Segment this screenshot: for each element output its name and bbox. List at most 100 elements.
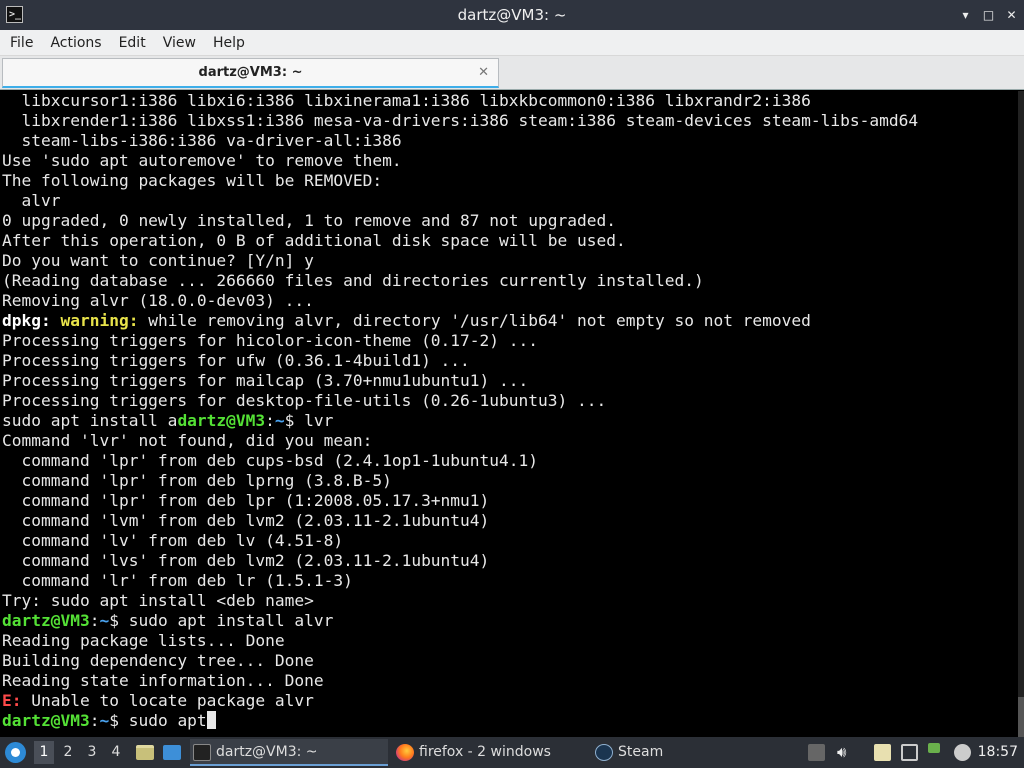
workspace-2[interactable]: 2	[58, 741, 78, 764]
clock[interactable]: 18:57	[978, 737, 1018, 768]
terminal-line: command 'lvs' from deb lvm2 (2.03.11-2.1…	[2, 551, 918, 571]
show-desktop-icon[interactable]	[163, 745, 181, 760]
terminal-text: Reading package lists... Done	[2, 631, 285, 650]
terminal-line: Use 'sudo apt autoremove' to remove them…	[2, 151, 918, 171]
menu-edit[interactable]: Edit	[113, 30, 152, 56]
workspace-3[interactable]: 3	[82, 741, 102, 764]
terminal-line: command 'lr' from deb lr (1.5.1-3)	[2, 571, 918, 591]
terminal-text: $ sudo apt install alvr	[109, 611, 334, 630]
workspace-1[interactable]: 1	[34, 741, 54, 764]
menu-actions[interactable]: Actions	[44, 30, 107, 56]
menu-view[interactable]: View	[157, 30, 202, 56]
terminal-text: Reading state information... Done	[2, 671, 324, 690]
tab-close-icon[interactable]: ✕	[478, 59, 489, 86]
terminal-line: libxrender1:i386 libxss1:i386 mesa-va-dr…	[2, 111, 918, 131]
notes-icon[interactable]	[874, 744, 891, 761]
prompt-user: dartz@VM3	[2, 711, 90, 730]
volume-icon[interactable]: 🔊︎	[837, 744, 854, 761]
start-menu-icon[interactable]	[5, 742, 26, 763]
terminal-line: command 'lpr' from deb lprng (3.8.B-5)	[2, 471, 918, 491]
terminal-line: command 'lv' from deb lv (4.51-8)	[2, 531, 918, 551]
prompt-path: ~	[99, 611, 110, 630]
task-firefox[interactable]: firefox - 2 windows	[393, 739, 583, 766]
steam-tray-icon[interactable]	[954, 744, 971, 761]
terminal-text: Do you want to continue? [Y/n] y	[2, 251, 314, 270]
task-steam-label: Steam	[618, 744, 664, 760]
terminal-text: :	[265, 411, 275, 430]
terminal-line: Processing triggers for mailcap (3.70+nm…	[2, 371, 918, 391]
terminal-text: (Reading database ... 266660 files and d…	[2, 271, 704, 290]
menu-file[interactable]: File	[4, 30, 39, 56]
terminal-cursor	[206, 711, 216, 729]
maximize-button[interactable]: □	[982, 8, 995, 22]
terminal-line: command 'lpr' from deb cups-bsd (2.4.1op…	[2, 451, 918, 471]
terminal-scrollbar[interactable]	[1018, 91, 1024, 737]
terminal-line: Processing triggers for ufw (0.36.1-4bui…	[2, 351, 918, 371]
task-firefox-label: firefox - 2 windows	[419, 744, 551, 760]
terminal-text: libxrender1:i386 libxss1:i386 mesa-va-dr…	[2, 111, 919, 130]
terminal-text: alvr	[2, 191, 61, 210]
terminal-text: After this operation, 0 B of additional …	[2, 231, 626, 250]
terminal-text: Removing alvr (18.0.0-dev03) ...	[2, 291, 314, 310]
prompt-path: ~	[99, 711, 110, 730]
terminal-line: command 'lpr' from deb lpr (1:2008.05.17…	[2, 491, 918, 511]
terminal-tab[interactable]: dartz@VM3: ~ ✕	[2, 58, 499, 88]
terminal-line: sudo apt install adartz@VM3:~$ lvr	[2, 411, 918, 431]
terminal-line: 0 upgraded, 0 newly installed, 1 to remo…	[2, 211, 918, 231]
scrollbar-thumb[interactable]	[1018, 697, 1024, 737]
minimize-button[interactable]: ▾	[959, 8, 972, 22]
terminal-output[interactable]: libxcursor1:i386 libxi6:i386 libxinerama…	[0, 91, 1024, 737]
folder-icon[interactable]	[136, 745, 154, 760]
terminal-line: dartz@VM3:~$ sudo apt install alvr	[2, 611, 918, 631]
terminal-line: Reading state information... Done	[2, 671, 918, 691]
terminal-lines: libxcursor1:i386 libxi6:i386 libxinerama…	[2, 91, 918, 731]
task-steam[interactable]: Steam	[592, 739, 692, 766]
terminal-text: Command 'lvr' not found, did you mean:	[2, 431, 373, 450]
terminal-line: After this operation, 0 B of additional …	[2, 231, 918, 251]
terminal-text: 0 upgraded, 0 newly installed, 1 to remo…	[2, 211, 616, 230]
terminal-line: alvr	[2, 191, 918, 211]
terminal-text: $ sudo apt	[109, 711, 207, 730]
menu-bar: File Actions Edit View Help	[0, 30, 1024, 56]
window-controls: ▾ □ ✕	[959, 0, 1018, 30]
terminal-line: libxcursor1:i386 libxi6:i386 libxinerama…	[2, 91, 918, 111]
terminal-text: dpkg:	[2, 311, 61, 330]
terminal-text: :	[89, 711, 100, 730]
tab-bar: dartz@VM3: ~ ✕	[0, 56, 1024, 90]
terminal-icon	[193, 744, 211, 761]
terminal-line: Try: sudo apt install <deb name>	[2, 591, 918, 611]
terminal-text: command 'lvm' from deb lvm2 (2.03.11-2.1…	[2, 511, 490, 530]
prompt-path: ~	[274, 411, 285, 430]
terminal-text: Building dependency tree... Done	[2, 651, 314, 670]
clipboard-icon[interactable]	[808, 744, 825, 761]
close-button[interactable]: ✕	[1005, 8, 1018, 22]
terminal-text: Processing triggers for hicolor-icon-the…	[2, 331, 539, 350]
workspace-4[interactable]: 4	[106, 741, 126, 764]
terminal-text: :	[89, 611, 100, 630]
terminal-line: Processing triggers for hicolor-icon-the…	[2, 331, 918, 351]
window-titlebar[interactable]: >_ dartz@VM3: ~ ▾ □ ✕	[0, 0, 1024, 30]
terminal-text: Use 'sudo apt autoremove' to remove them…	[2, 151, 402, 170]
terminal-text: command 'lv' from deb lv (4.51-8)	[2, 531, 344, 550]
terminal-line: steam-libs-i386:i386 va-driver-all:i386	[2, 131, 918, 151]
terminal-text: Processing triggers for mailcap (3.70+nm…	[2, 371, 529, 390]
menu-help[interactable]: Help	[207, 30, 251, 56]
prompt-user: dartz@VM3	[177, 411, 266, 430]
network-icon[interactable]	[901, 744, 918, 761]
terminal-text: libxcursor1:i386 libxi6:i386 libxinerama…	[2, 91, 811, 110]
taskbar: 1 2 3 4 dartz@VM3: ~ firefox - 2 windows…	[0, 737, 1024, 768]
steam-icon	[595, 744, 613, 761]
firefox-icon	[396, 744, 414, 761]
terminal-text: Try: sudo apt install <deb name>	[2, 591, 314, 610]
terminal-line: E: Unable to locate package alvr	[2, 691, 918, 711]
terminal-line: command 'lvm' from deb lvm2 (2.03.11-2.1…	[2, 511, 918, 531]
task-terminal[interactable]: dartz@VM3: ~	[190, 739, 388, 766]
terminal-text: command 'lvs' from deb lvm2 (2.03.11-2.1…	[2, 551, 490, 570]
warning-label: warning:	[60, 311, 139, 330]
terminal-text: command 'lr' from deb lr (1.5.1-3)	[2, 571, 353, 590]
terminal-text: command 'lpr' from deb lprng (3.8.B-5)	[2, 471, 392, 490]
terminal-text: command 'lpr' from deb lpr (1:2008.05.17…	[2, 491, 490, 510]
terminal-text: $ lvr	[284, 411, 334, 430]
terminal-line: Do you want to continue? [Y/n] y	[2, 251, 918, 271]
terminal-line: Removing alvr (18.0.0-dev03) ...	[2, 291, 918, 311]
